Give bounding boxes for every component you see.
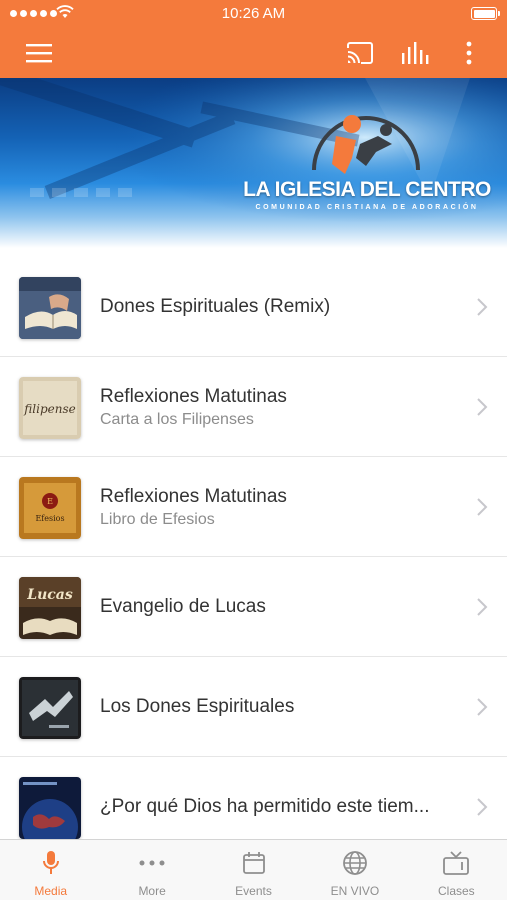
list-item[interactable]: E Efesios Reflexiones Matutinas Libro de… [0,457,507,557]
audio-bars-icon [402,42,429,64]
more-options-button[interactable] [447,28,491,78]
tv-icon [443,851,470,875]
series-thumbnail [19,777,81,839]
list-item-title: ¿Por qué Dios ha permitido este tiem... [100,796,430,817]
series-thumbnail [19,677,81,739]
chevron-right-icon [477,698,488,716]
bottom-tab-bar: Media More Events EN VIVO Clases [0,839,507,900]
banner-background-image [0,78,507,248]
list-item[interactable]: Lucas Evangelio de Lucas [0,557,507,657]
battery-icon [471,7,500,20]
chevron-right-icon [477,498,488,516]
cast-icon [347,42,373,64]
calendar-icon [242,852,265,874]
chevron-right-icon [477,798,488,816]
tab-label: Media [34,884,68,898]
media-list: Dones Espirituales (Remix) filipense Ref… [0,257,507,857]
church-banner: LA IGLESIA DEL CENTRO COMUNIDAD CRISTIAN… [0,78,507,248]
tab-label: Clases [437,884,475,898]
vertical-dots-icon [466,41,472,65]
list-item-title: Reflexiones Matutinas [100,485,287,507]
series-thumbnail [19,277,81,339]
tab-label: EN VIVO [330,884,380,898]
chevron-right-icon [477,298,488,316]
list-item[interactable]: Dones Espirituales (Remix) [0,257,507,357]
tab-media[interactable]: Media [0,840,101,900]
chevron-right-icon [477,598,488,616]
menu-button[interactable] [17,28,61,78]
tab-label: Events [235,884,272,898]
tab-events[interactable]: Events [203,840,304,900]
series-thumbnail: filipense [19,377,81,439]
microphone-icon [42,851,59,874]
svg-text:E: E [47,497,53,506]
status-bar: 10:26 AM [0,0,507,28]
brand-block: LA IGLESIA DEL CENTRO COMUNIDAD CRISTIAN… [236,178,498,211]
list-item-title: Los Dones Espirituales [100,696,295,717]
list-item-title: Evangelio de Lucas [100,596,266,617]
tab-en-vivo[interactable]: EN VIVO [304,840,405,900]
tab-more[interactable]: More [101,840,202,900]
cast-button[interactable] [338,28,382,78]
list-item[interactable]: filipense Reflexiones Matutinas Carta a … [0,357,507,457]
chevron-right-icon [477,398,488,416]
thumbnail-text: filipense [23,402,75,416]
list-item-title: Reflexiones Matutinas [100,385,287,407]
hamburger-menu-icon [26,44,52,63]
thumbnail-text: Lucas [26,587,73,603]
list-item-subtitle: Carta a los Filipenses [100,410,254,428]
audio-button[interactable] [393,28,437,78]
tab-clases[interactable]: Clases [406,840,507,900]
thumbnail-text: Efesios [35,514,64,523]
status-time: 10:26 AM [221,5,286,22]
series-thumbnail: E Efesios [19,477,81,539]
list-item-title: Dones Espirituales (Remix) [100,296,331,317]
tab-label: More [138,884,166,898]
brand-subtitle: COMUNIDAD CRISTIANA DE ADORACIÓN [255,204,479,211]
list-item-subtitle: Libro de Efesios [100,510,215,528]
app-bar [0,28,507,78]
list-item[interactable]: Los Dones Espirituales [0,657,507,757]
ellipsis-icon [139,860,165,866]
brand-name: LA IGLESIA DEL CENTRO [243,178,491,201]
globe-icon [343,851,367,875]
series-thumbnail: Lucas [19,577,81,639]
